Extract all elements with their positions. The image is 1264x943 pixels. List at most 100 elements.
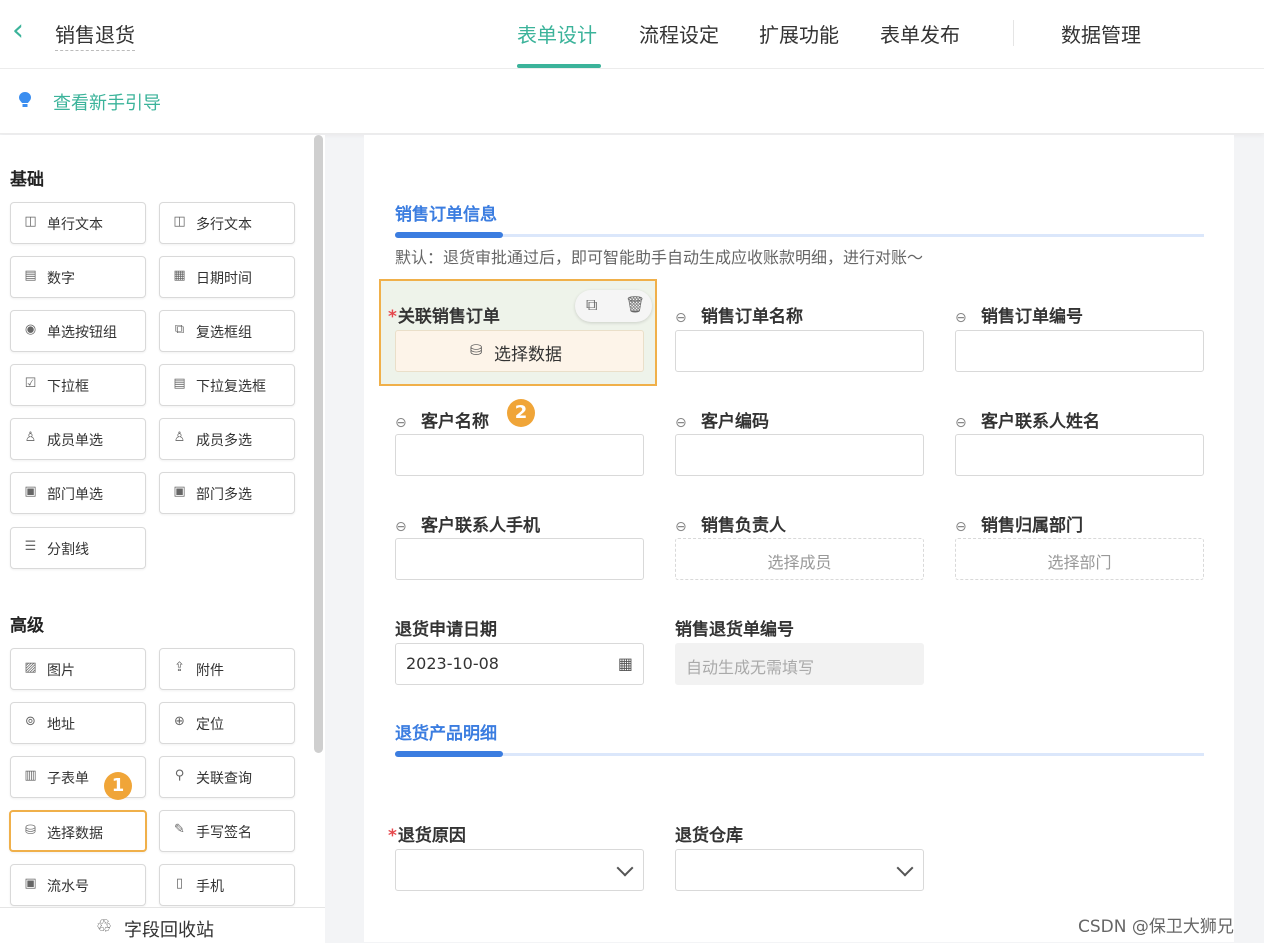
database-icon: ⛁	[470, 341, 483, 359]
required-mark: *	[388, 307, 397, 327]
component-address[interactable]: ⊚ 地址	[10, 702, 146, 744]
component-member-multi[interactable]: ♙ 成员多选	[159, 418, 295, 460]
section-hint: 默认：退货审批通过后，即可智能助手自动生成应收账款明细，进行对账～	[395, 248, 924, 267]
basic-section-title: 基础	[10, 170, 44, 190]
component-checkbox-group[interactable]: ⧉ 复选框组	[159, 310, 295, 352]
label-return-reason: *退货原因	[388, 826, 466, 846]
checkbox-group-icon: ⧉	[174, 322, 185, 337]
component-serial-number[interactable]: ▣ 流水号	[10, 864, 146, 906]
subform-icon: ▥	[24, 768, 37, 783]
input-customer-code[interactable]	[675, 434, 924, 476]
section-return-product-detail: 退货产品明细	[395, 724, 497, 744]
section-accent	[395, 232, 503, 238]
component-attachment[interactable]: ⇪ 附件	[159, 648, 295, 690]
location-pin-icon: ⊚	[25, 714, 36, 729]
label-linked-sales-order: *关联销售订单	[388, 307, 500, 327]
component-signature[interactable]: ✎ 手写签名	[159, 810, 295, 852]
label-return-warehouse: 退货仓库	[675, 826, 743, 846]
select-return-reason[interactable]	[395, 849, 644, 891]
attachment-icon: ⇪	[174, 660, 185, 675]
select-data-button[interactable]: ⛁ 选择数据	[395, 330, 644, 372]
form-title[interactable]: 销售退货	[55, 19, 135, 51]
label-sales-owner: ⊖ 销售负责人	[675, 516, 786, 536]
label-sales-order-name: ⊖ 销售订单名称	[675, 307, 803, 327]
radio-icon: ◉	[24, 322, 37, 337]
tab-form-design[interactable]: 表单设计	[517, 19, 597, 48]
component-dropdown-multi[interactable]: ▤ 下拉复选框	[159, 364, 295, 406]
tab-process-settings[interactable]: 流程设定	[639, 19, 719, 48]
active-tab-indicator	[517, 64, 601, 68]
guide-bar: 查看新手引导	[0, 69, 1264, 134]
component-phone[interactable]: ▯ 手机	[159, 864, 295, 906]
component-locate[interactable]: ⊕ 定位	[159, 702, 295, 744]
multi-line-text-icon: ◫	[173, 214, 186, 229]
component-number[interactable]: ▤ 数字	[10, 256, 146, 298]
field-recycle-bin[interactable]: ♲ 字段回收站	[0, 907, 325, 943]
input-sales-owner[interactable]: 选择成员	[675, 538, 924, 580]
delete-icon[interactable]: 🗑	[625, 295, 645, 314]
component-dropdown[interactable]: ☑ 下拉框	[10, 364, 146, 406]
component-department-multi[interactable]: ▣ 部门多选	[159, 472, 295, 514]
label-return-date: 退货申请日期	[395, 620, 497, 640]
component-member-single[interactable]: ♙ 成员单选	[10, 418, 146, 460]
tab-data-management[interactable]: 数据管理	[1061, 19, 1141, 48]
member-icon: ♙	[24, 430, 37, 445]
input-contact-phone[interactable]	[395, 538, 644, 580]
input-sales-department[interactable]: 选择部门	[955, 538, 1204, 580]
calendar-icon[interactable]: ▦	[618, 654, 633, 673]
section-divider	[395, 234, 1204, 237]
members-icon: ♙	[173, 430, 186, 445]
label-contact-name: ⊖ 客户联系人姓名	[955, 412, 1100, 432]
section-divider	[395, 753, 1204, 756]
input-return-date[interactable]: 2023-10-08 ▦	[395, 643, 644, 685]
label-sales-department: ⊖ 销售归属部门	[955, 516, 1083, 536]
section-sales-order-info: 销售订单信息	[395, 205, 497, 225]
component-datetime[interactable]: ▦ 日期时间	[159, 256, 295, 298]
component-radio-group[interactable]: ◉ 单选按钮组	[10, 310, 146, 352]
back-arrow-icon[interactable]: ‹	[12, 14, 34, 48]
component-divider[interactable]: ☰ 分割线	[10, 527, 146, 569]
tab-extensions[interactable]: 扩展功能	[759, 19, 839, 48]
field-toolbar: ⧉ 🗑	[575, 290, 652, 322]
serial-number-icon: ▣	[24, 876, 37, 891]
select-return-warehouse[interactable]	[675, 849, 924, 891]
component-select-data[interactable]: ⛁ 选择数据	[9, 810, 147, 852]
link-icon: ⊖	[675, 519, 687, 535]
input-sales-order-no[interactable]	[955, 330, 1204, 372]
sidebar-scrollbar[interactable]	[314, 135, 323, 753]
required-mark: *	[388, 826, 397, 846]
advanced-section-title: 高级	[10, 616, 44, 636]
component-department-single[interactable]: ▣ 部门单选	[10, 472, 146, 514]
phone-icon: ▯	[175, 876, 184, 891]
component-multi-line-text[interactable]: ◫ 多行文本	[159, 202, 295, 244]
departments-icon: ▣	[173, 484, 186, 499]
section-accent	[395, 751, 503, 757]
label-customer-code: ⊖ 客户编码	[675, 412, 769, 432]
image-icon: ▨	[24, 660, 37, 675]
component-linked-query[interactable]: ⚲ 关联查询	[159, 756, 295, 798]
input-customer-name[interactable]	[395, 434, 644, 476]
dropdown-multi-icon: ▤	[173, 376, 186, 391]
chevron-down-icon	[616, 859, 634, 877]
recycle-icon: ♲	[96, 916, 113, 937]
beginner-guide-link[interactable]: 查看新手引导	[53, 89, 161, 115]
step-badge-2: 2	[507, 399, 535, 427]
label-customer-name: ⊖ 客户名称	[395, 412, 489, 432]
input-contact-name[interactable]	[955, 434, 1204, 476]
linked-query-icon: ⚲	[174, 768, 185, 783]
tab-form-publish[interactable]: 表单发布	[880, 19, 960, 48]
lightbulb-icon	[19, 92, 31, 107]
input-sales-order-name[interactable]	[675, 330, 924, 372]
copy-icon[interactable]: ⧉	[586, 295, 597, 315]
dropdown-icon: ☑	[24, 376, 37, 391]
watermark: CSDN @保卫大狮兄	[1078, 917, 1234, 937]
link-icon: ⊖	[395, 415, 407, 431]
link-icon: ⊖	[955, 415, 967, 431]
link-icon: ⊖	[675, 415, 687, 431]
calendar-icon: ▦	[173, 268, 186, 283]
component-single-line-text[interactable]: ◫ 单行文本	[10, 202, 146, 244]
number-icon: ▤	[24, 268, 37, 283]
component-image[interactable]: ▨ 图片	[10, 648, 146, 690]
divider-icon: ☰	[24, 539, 37, 554]
database-icon: ⛁	[25, 823, 36, 838]
